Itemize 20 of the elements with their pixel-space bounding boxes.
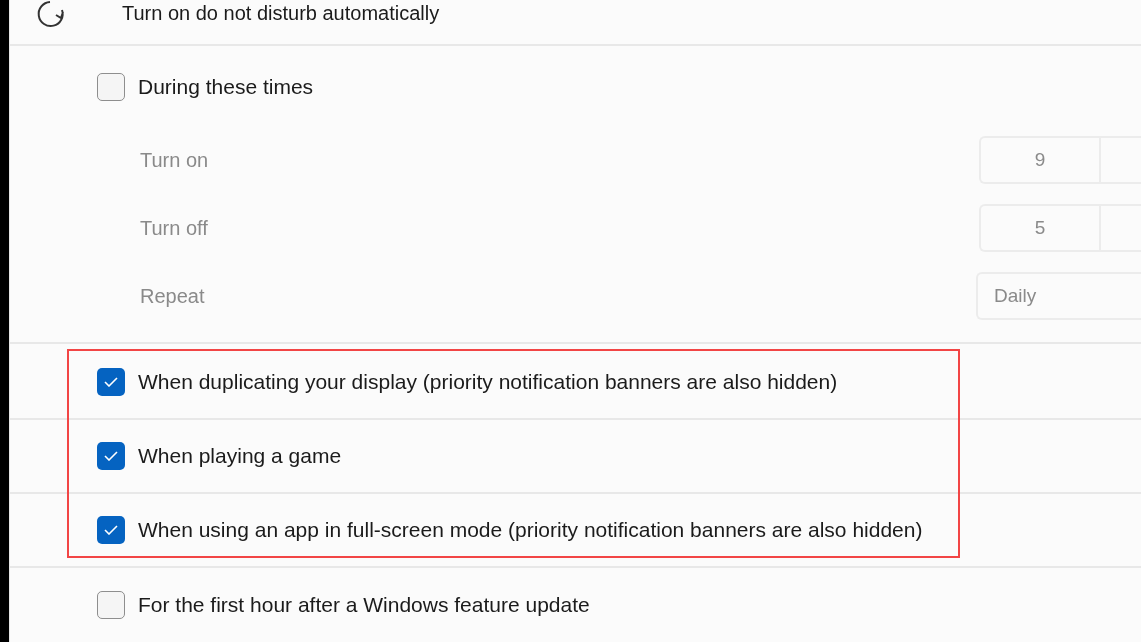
option-label: When duplicating your display (priority notification banners are also hidden) <box>138 370 838 394</box>
checkbox[interactable] <box>97 516 125 544</box>
checkmark-icon <box>104 525 118 535</box>
time-picker[interactable]: 9 <box>979 136 1141 184</box>
setting-label: Turn off <box>140 216 208 240</box>
time-picker[interactable]: 5 <box>979 204 1141 252</box>
checkbox[interactable] <box>97 591 125 619</box>
checkmark-icon <box>104 377 118 387</box>
option-label: When playing a game <box>138 444 342 468</box>
setting-label: Turn on <box>140 148 209 172</box>
option-label: When using an app in full-screen mode (priority notification banners are also hidden) <box>138 518 923 542</box>
section-title: Turn on do not disturb automatically <box>122 1 440 25</box>
checkbox[interactable] <box>97 73 125 101</box>
option-label: For the first hour after a Windows feature update <box>138 593 590 617</box>
option-label: During these times <box>138 75 314 99</box>
checkbox[interactable] <box>97 368 125 396</box>
checkbox[interactable] <box>97 442 125 470</box>
repeat-dropdown[interactable]: Daily <box>976 272 1141 320</box>
setting-label: Repeat <box>140 284 205 308</box>
checkmark-icon <box>104 451 118 461</box>
